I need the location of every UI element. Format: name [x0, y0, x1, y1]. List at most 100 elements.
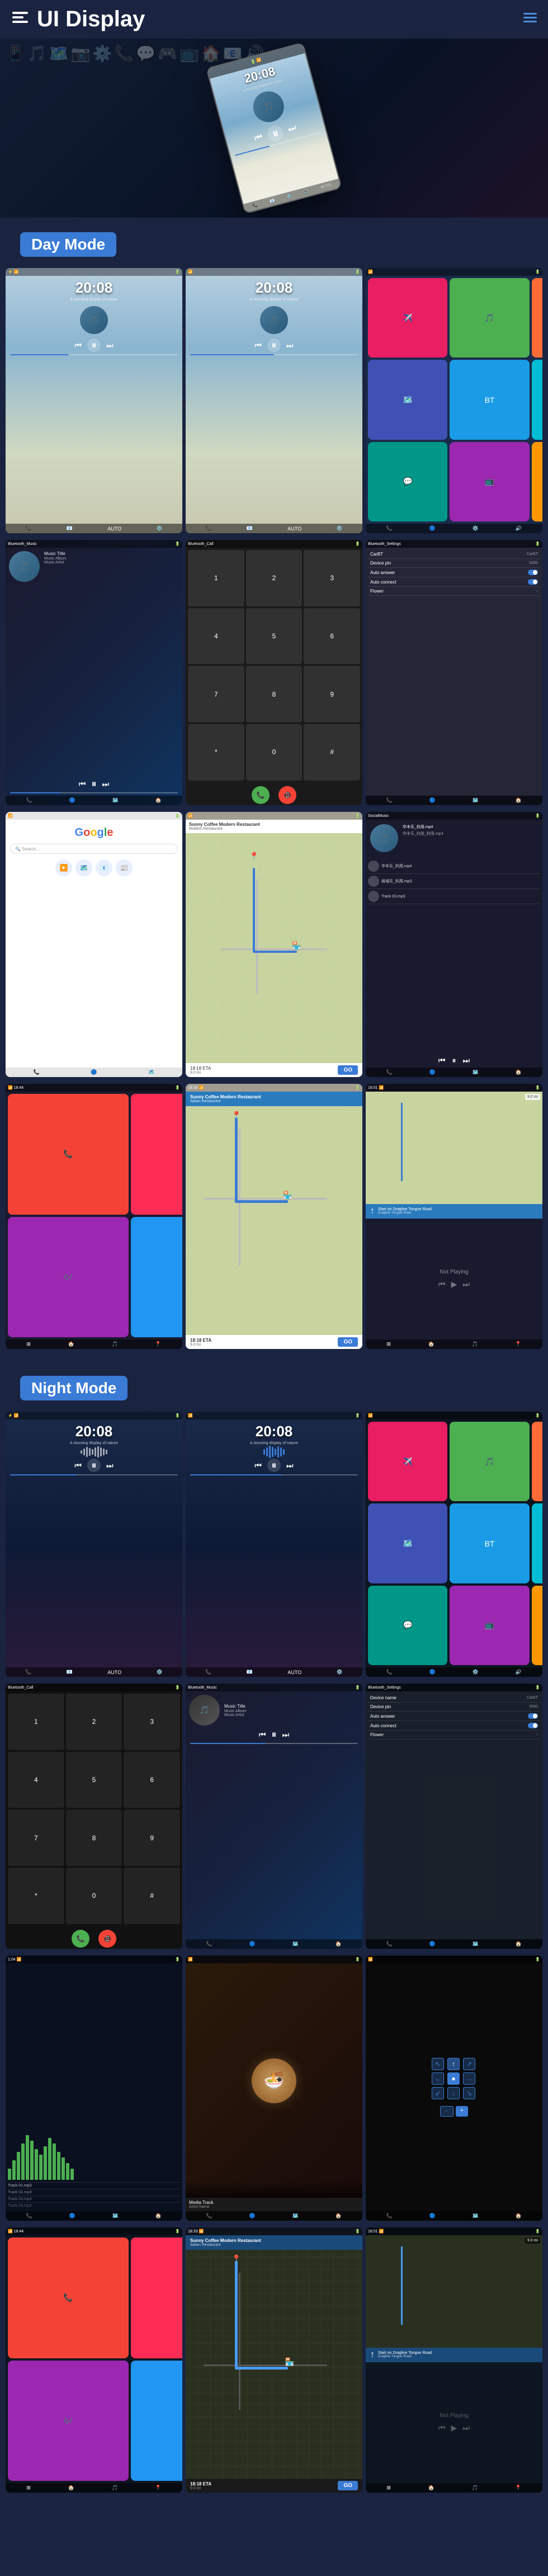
night-num-hash[interactable]: # [124, 1868, 180, 1924]
num-6[interactable]: 6 [304, 608, 360, 665]
night-num-3[interactable]: 3 [124, 1694, 180, 1750]
settings-icon-bt[interactable]: 🔵 [429, 797, 436, 803]
night-controls-2[interactable]: ⏮ ⏸ ⏭ [186, 1459, 362, 1472]
day-player-controls[interactable]: ⏮ ⏸ ⏭ [6, 339, 182, 352]
night-np-play[interactable]: ▶ [451, 2423, 457, 2433]
night-num-9[interactable]: 9 [124, 1809, 180, 1866]
night-num-6[interactable]: 6 [124, 1752, 180, 1808]
apps-icon-bt[interactable]: 🔵 [429, 525, 436, 532]
social-song-1[interactable]: 华丰乐_利用.mp4 [368, 859, 540, 874]
night-play-2[interactable]: ⏸ [267, 1459, 281, 1472]
bt-music-controls[interactable]: ⏮ ⏸ ⏭ [6, 778, 182, 790]
night-apps-icon-phone[interactable]: 📞 [386, 1669, 393, 1675]
night-call-btn[interactable]: 📞 [72, 1930, 89, 1948]
backup-icon-3[interactable]: 🗺️ [473, 2213, 479, 2219]
social-next[interactable]: ⏭ [463, 1056, 470, 1065]
night-auto-answer-toggle[interactable] [528, 1713, 538, 1719]
arrow-left[interactable]: ← [432, 2072, 444, 2085]
carplay-app-phone[interactable]: 📞 [8, 1094, 129, 1215]
bt-play[interactable]: ⏸ [92, 778, 97, 790]
prev-btn-2[interactable]: ⏮ [254, 341, 262, 350]
icon-phone[interactable]: 📞 [25, 525, 31, 532]
carplay-icon-3[interactable]: 🎵 [111, 1341, 117, 1347]
night-np-prev[interactable]: ⏮ [438, 2423, 446, 2433]
play-btn-2[interactable]: ⏸ [267, 339, 281, 352]
num-9[interactable]: 9 [304, 666, 360, 722]
night-bt-play[interactable]: ⏸ [272, 1729, 277, 1741]
night-np-icon-2[interactable]: 🏠 [428, 2485, 434, 2491]
hangup-btn[interactable]: 📵 [278, 786, 296, 804]
arrow-up[interactable]: ↑ [447, 2058, 460, 2070]
num-1[interactable]: 1 [188, 550, 244, 607]
night-num-2[interactable]: 2 [66, 1694, 122, 1750]
social-icon-bt[interactable]: 🔵 [429, 1069, 436, 1075]
night-carplay-music[interactable]: 🎵 [131, 2237, 183, 2358]
backup-icon-2[interactable]: 🔵 [429, 2213, 436, 2219]
night-next-1[interactable]: ⏭ [106, 1461, 114, 1470]
auto-connect-toggle[interactable] [528, 579, 538, 585]
settings-icon-map[interactable]: 🗺️ [473, 797, 479, 803]
np-icon-3[interactable]: 🎵 [471, 1341, 478, 1347]
social-song-3[interactable]: Track 03.mp3 [368, 889, 540, 904]
np-icon-2[interactable]: 🏠 [428, 1341, 434, 1347]
night-hangup-btn[interactable]: 📵 [98, 1930, 116, 1948]
arrow-downright[interactable]: ↘ [463, 2087, 475, 2099]
night-settings-icon-map[interactable]: 🗺️ [473, 1941, 479, 1947]
arrow-upleft[interactable]: ↖ [432, 2058, 444, 2070]
google-icon-phone[interactable]: 📞 [34, 1069, 40, 1075]
night-auto-connect-toggle[interactable] [528, 1723, 538, 1728]
night-num-star[interactable]: * [8, 1868, 64, 1924]
num-3[interactable]: 3 [304, 550, 360, 607]
social-prev[interactable]: ⏮ [438, 1056, 446, 1065]
night-app-telegram[interactable]: ✈️ [368, 1422, 447, 1501]
night-media-icon-3[interactable]: 🗺️ [292, 2213, 299, 2219]
not-playing-controls[interactable]: ⏮ ▶ ⏭ [438, 1280, 470, 1289]
app-music[interactable]: 🎵 [450, 278, 529, 358]
night-settings-icon-phone[interactable]: 📞 [386, 1941, 393, 1947]
night-np-icon-4[interactable]: 📍 [515, 2485, 521, 2491]
night-controls-1[interactable]: ⏮ ⏸ ⏭ [6, 1459, 182, 1472]
apps-icon-settings[interactable]: ⚙️ [473, 525, 479, 532]
np-icon-4[interactable]: 📍 [515, 1341, 521, 1347]
night-num-4[interactable]: 4 [8, 1752, 64, 1808]
arrow-down[interactable]: ↓ [447, 2087, 460, 2099]
carplay-icon-2[interactable]: 🏠 [68, 1341, 74, 1347]
app-vehicle[interactable]: 🚗 [532, 360, 542, 439]
bt-next[interactable]: ⏭ [102, 779, 110, 789]
night-carplay-icon-4[interactable]: 📍 [155, 2485, 161, 2491]
icon-settings[interactable]: ⚙️ [157, 525, 163, 532]
night-not-playing-controls[interactable]: ⏮ ▶ ⏭ [438, 2423, 470, 2433]
night-np-icon-1[interactable]: ⊞ [386, 2485, 391, 2491]
app-telegram[interactable]: ✈️ [368, 278, 447, 358]
night-app-more[interactable]: 📱 [532, 1586, 542, 1665]
eq-icon-4[interactable]: 🏠 [155, 2213, 162, 2219]
night-app-bt[interactable]: BT [450, 1503, 529, 1583]
arrow-right[interactable]: → [463, 2072, 475, 2085]
np-next[interactable]: ⏭ [462, 1280, 470, 1289]
app-media[interactable]: 📺 [450, 442, 529, 521]
num-0[interactable]: 0 [246, 724, 303, 781]
backup-icon-4[interactable]: 🏠 [516, 2213, 522, 2219]
bt-home[interactable]: 🏠 [155, 797, 162, 803]
social-icon-phone[interactable]: 📞 [386, 1069, 393, 1075]
night-next-2[interactable]: ⏭ [286, 1461, 294, 1470]
night-settings-icon-bt[interactable]: 🔵 [429, 1941, 436, 1947]
num-8[interactable]: 8 [246, 666, 303, 722]
carplay-icon-1[interactable]: ⊞ [26, 1341, 31, 1347]
np-play[interactable]: ▶ [451, 1280, 457, 1289]
social-icon-map[interactable]: 🗺️ [473, 1069, 479, 1075]
settings-icon-home[interactable]: 🏠 [516, 797, 522, 803]
night-bt-controls[interactable]: ⏮ ⏸ ⏭ [186, 1729, 362, 1741]
eq-icon-3[interactable]: 🗺️ [112, 2213, 119, 2219]
prev-btn[interactable]: ⏮ [74, 341, 82, 350]
night-media-icon-2[interactable]: 🔵 [249, 2213, 256, 2219]
app-bt[interactable]: BT [450, 360, 529, 439]
num-5[interactable]: 5 [246, 608, 303, 665]
carplay-icon-4[interactable]: 📍 [155, 1341, 161, 1347]
night-carplay-icon-3[interactable]: 🎵 [111, 2485, 117, 2491]
night-icon-phone[interactable]: 📞 [25, 1669, 31, 1675]
num-2[interactable]: 2 [246, 550, 303, 607]
auto-answer-toggle[interactable] [528, 570, 538, 575]
eq-icon-1[interactable]: 📞 [26, 2213, 32, 2219]
settings-icon-phone[interactable]: 📞 [386, 797, 393, 803]
